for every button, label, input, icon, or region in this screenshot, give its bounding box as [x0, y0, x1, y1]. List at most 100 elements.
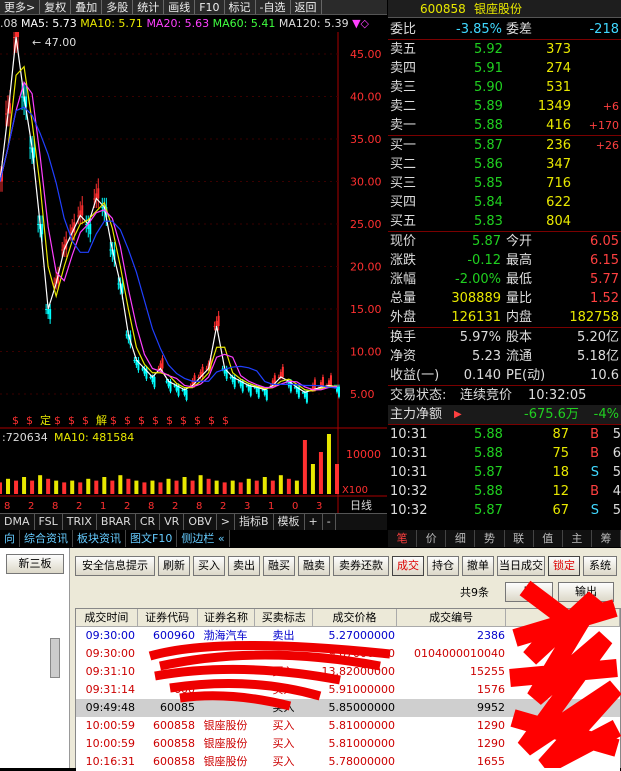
indicator-tab[interactable]: FSL: [35, 514, 63, 530]
trade-button[interactable]: 撤单: [462, 556, 494, 576]
tick-direction: B: [590, 484, 599, 499]
trade-button[interactable]: 系统: [583, 556, 617, 576]
column-header[interactable]: 成交编号: [397, 609, 507, 626]
book-row[interactable]: 买一 5.87 236 +26: [388, 136, 621, 155]
right-tab[interactable]: 联: [505, 530, 534, 547]
cell-time: 10:16:31: [85, 755, 135, 768]
right-tab[interactable]: 值: [534, 530, 563, 547]
cell-name: 银座股份: [203, 737, 248, 750]
toolbar-item[interactable]: -自选: [256, 0, 291, 14]
indicator-tab[interactable]: -: [323, 514, 336, 530]
right-tab[interactable]: 筹: [592, 530, 621, 547]
trade-button[interactable]: 卖出: [228, 556, 260, 576]
column-header[interactable]: 证券代码: [138, 609, 198, 626]
indicator-tab[interactable]: 指标B: [235, 514, 274, 530]
candle-body: [327, 380, 330, 386]
event-marker[interactable]: $: [68, 414, 75, 427]
trade-button[interactable]: 买入: [193, 556, 225, 576]
legend-dropdown-icon[interactable]: ▼◇: [352, 17, 369, 30]
indicator-tab[interactable]: +: [305, 514, 323, 530]
candle-body: [265, 389, 268, 400]
event-marker[interactable]: 定: [40, 413, 51, 427]
indicator-tab[interactable]: CR: [136, 514, 161, 530]
indicator-tab[interactable]: OBV: [184, 514, 217, 530]
toolbar-item[interactable]: 复权: [40, 0, 72, 14]
right-tab[interactable]: 主: [563, 530, 592, 547]
book-row[interactable]: 买四 5.84 622: [388, 193, 621, 212]
indicator-tab[interactable]: >: [217, 514, 235, 530]
event-marker[interactable]: $: [180, 414, 187, 427]
toolbar-item[interactable]: 统计: [133, 0, 165, 14]
info-tab[interactable]: 综合资讯: [20, 530, 73, 547]
event-marker[interactable]: $: [222, 414, 229, 427]
volume-bar: [0, 482, 2, 494]
book-volume: 622: [546, 195, 571, 210]
event-marker[interactable]: $: [26, 414, 33, 427]
book-row[interactable]: 卖四 5.91 274: [388, 59, 621, 78]
column-header[interactable]: 成交时间: [76, 609, 138, 626]
event-marker[interactable]: $: [110, 414, 117, 427]
trade-button[interactable]: 持仓: [427, 556, 459, 576]
toolbar-item[interactable]: F10: [195, 0, 225, 14]
kline-chart[interactable]: 45.0040.0035.0030.0025.0020.0015.0010.00…: [0, 32, 387, 513]
event-marker[interactable]: 解: [96, 413, 107, 427]
new-otc-button[interactable]: 新三板: [6, 554, 64, 574]
event-marker[interactable]: $: [194, 414, 201, 427]
right-tab[interactable]: 细: [446, 530, 476, 547]
event-marker[interactable]: $: [166, 414, 173, 427]
indicator-tab[interactable]: 模板: [274, 514, 305, 530]
toolbar-item[interactable]: 更多>: [0, 0, 41, 14]
toolbar-item[interactable]: 叠加: [71, 0, 103, 14]
book-volume: 373: [546, 42, 571, 57]
tree-scrollbar[interactable]: [50, 638, 60, 678]
trade-button[interactable]: 刷新: [158, 556, 190, 576]
book-row[interactable]: 买二 5.86 347: [388, 155, 621, 174]
event-marker[interactable]: $: [54, 414, 61, 427]
trade-button[interactable]: 安全信息提示: [75, 556, 155, 576]
book-row[interactable]: 卖二 5.89 1349 +6: [388, 97, 621, 116]
event-marker[interactable]: $: [124, 414, 131, 427]
volume-bar: [126, 478, 131, 494]
toolbar-item[interactable]: 多股: [102, 0, 134, 14]
price-tick: 20.00: [350, 261, 382, 274]
right-tab[interactable]: 笔: [388, 530, 418, 547]
info-tab[interactable]: 板块资讯: [73, 530, 126, 547]
event-marker[interactable]: $: [138, 414, 145, 427]
trade-button[interactable]: 卖券还款: [333, 556, 389, 576]
book-row[interactable]: 卖一 5.88 416 +170: [388, 116, 621, 135]
column-header[interactable]: 买卖标志: [255, 609, 314, 626]
trade-button[interactable]: 融买: [263, 556, 295, 576]
trade-button[interactable]: 锁定: [548, 556, 580, 576]
toolbar-item[interactable]: 标记: [225, 0, 256, 14]
book-row[interactable]: 卖三 5.90 531: [388, 78, 621, 97]
trade-button[interactable]: 成交: [392, 556, 424, 576]
book-row[interactable]: 买三 5.85 716: [388, 174, 621, 193]
right-tab[interactable]: 势: [475, 530, 505, 547]
stat-value-2: 182758: [569, 310, 619, 325]
book-row[interactable]: 买五 5.83 804: [388, 212, 621, 231]
stat-row: 总量 308889 量比 1.52: [388, 289, 621, 308]
info-tab[interactable]: 图文F10: [126, 530, 178, 547]
cell-time: 09:49:48: [85, 701, 135, 714]
event-marker[interactable]: $: [82, 414, 89, 427]
trade-button[interactable]: 当日成交: [497, 556, 545, 576]
column-header[interactable]: 成交价格: [313, 609, 397, 626]
toolbar-item[interactable]: 画线: [164, 0, 196, 14]
trade-button[interactable]: 融卖: [298, 556, 330, 576]
stat-label: 收益(一): [390, 368, 440, 383]
book-row[interactable]: 卖五 5.92 373: [388, 40, 621, 59]
stat-value: 308889: [451, 291, 501, 306]
indicator-tab[interactable]: DMA: [0, 514, 35, 530]
info-tab[interactable]: 向: [0, 530, 20, 547]
indicator-tab[interactable]: VR: [160, 514, 185, 530]
indicator-tab[interactable]: TRIX: [63, 514, 97, 530]
info-tab[interactable]: 侧边栏 «: [177, 530, 230, 547]
event-marker[interactable]: $: [208, 414, 215, 427]
right-tab[interactable]: 价: [417, 530, 447, 547]
event-marker[interactable]: $: [152, 414, 159, 427]
volume-bar: [230, 480, 235, 494]
indicator-tab[interactable]: BRAR: [97, 514, 136, 530]
event-marker[interactable]: $: [12, 414, 19, 427]
column-header[interactable]: 证券名称: [198, 609, 256, 626]
toolbar-item[interactable]: 返回: [291, 0, 322, 14]
